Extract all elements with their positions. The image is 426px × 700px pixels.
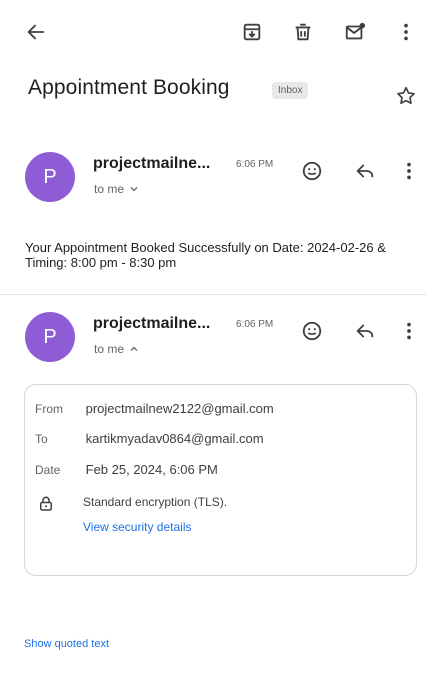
reply-icon[interactable]: [352, 158, 378, 184]
detail-date-value: Feb 25, 2024, 6:06 PM: [85, 462, 218, 477]
detail-from-value[interactable]: projectmailnew2122@gmail.com: [86, 401, 274, 416]
avatar: P: [25, 152, 75, 202]
reply-icon[interactable]: [352, 318, 378, 344]
message-divider: [0, 294, 426, 295]
avatar: P: [25, 312, 75, 362]
chevron-up-icon: [130, 346, 138, 351]
sender-name: projectmailne...: [93, 155, 211, 172]
message-more-icon[interactable]: [396, 158, 422, 184]
message-header-expanded[interactable]: P projectmailne... 6:06 PM to me: [0, 310, 426, 374]
mark-unread-icon[interactable]: [341, 18, 369, 46]
email-subject: Appointment Booking: [28, 76, 230, 99]
archive-icon[interactable]: [238, 18, 266, 46]
message-time: 6:06 PM: [236, 159, 274, 170]
message-header[interactable]: P projectmailne... 6:06 PM to me: [0, 150, 426, 214]
emoji-react-icon[interactable]: [299, 318, 325, 344]
lock-icon: [37, 495, 55, 513]
detail-to-row: To kartikmyadav0864@gmail.com: [35, 431, 264, 446]
sender-name: projectmailne...: [93, 315, 211, 332]
view-security-details-link[interactable]: View security details: [83, 520, 192, 534]
recipients-label: to me: [94, 342, 125, 356]
detail-date-row: Date Feb 25, 2024, 6:06 PM: [35, 462, 218, 477]
subject-row: Appointment Booking Inbox: [28, 72, 418, 112]
detail-from-label: From: [35, 402, 63, 416]
detail-to-label: To: [35, 432, 48, 446]
recipients-label: to me: [94, 182, 125, 196]
trash-icon[interactable]: [289, 18, 317, 46]
show-quoted-text-link[interactable]: Show quoted text: [24, 638, 109, 650]
encryption-status: Standard encryption (TLS).: [83, 495, 228, 509]
message-time: 6:06 PM: [236, 319, 274, 330]
top-toolbar: [0, 0, 426, 64]
arrow-left-icon[interactable]: [22, 18, 50, 46]
detail-from-row: From projectmailnew2122@gmail.com: [35, 401, 274, 416]
message-snippet[interactable]: Your Appointment Booked Successfully on …: [25, 240, 417, 270]
star-icon[interactable]: [394, 84, 418, 108]
detail-date-label: Date: [35, 463, 61, 477]
emoji-react-icon[interactable]: [299, 158, 325, 184]
recipients-toggle[interactable]: to me: [94, 182, 140, 196]
more-vert-icon[interactable]: [392, 18, 420, 46]
chevron-down-icon: [130, 187, 138, 192]
detail-to-value[interactable]: kartikmyadav0864@gmail.com: [86, 431, 264, 446]
recipients-toggle[interactable]: to me: [94, 342, 140, 356]
message-details-card: From projectmailnew2122@gmail.com To kar…: [24, 384, 417, 576]
message-more-icon[interactable]: [396, 318, 422, 344]
inbox-label-chip[interactable]: Inbox: [272, 82, 309, 99]
